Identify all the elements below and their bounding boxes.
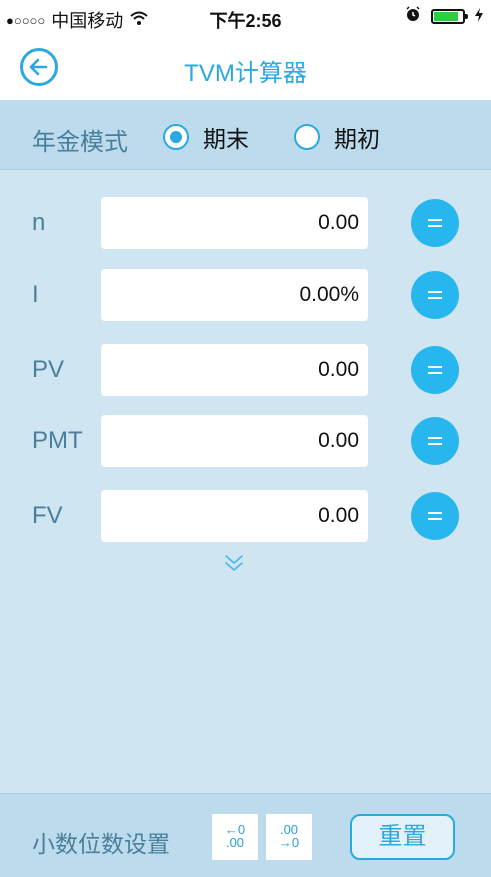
- status-bar-right: [405, 6, 483, 27]
- expand-button[interactable]: [222, 553, 246, 578]
- status-bar: ●○○○○ 中国移动 下午2:56: [0, 0, 491, 34]
- field-row-fv: FV 0.00: [0, 490, 491, 542]
- increase-decimals-bottom: →0: [278, 835, 300, 850]
- page-title: TVM计算器: [184, 60, 307, 87]
- i-input[interactable]: 0.00%: [101, 269, 368, 321]
- field-label: n: [32, 209, 46, 236]
- field-row-pv: PV 0.00: [0, 344, 491, 396]
- increase-decimals-button[interactable]: .00 →0: [266, 814, 312, 860]
- radio-end-label: 期末: [203, 126, 249, 152]
- field-label: FV: [32, 502, 63, 529]
- footer-bar: 小数位数设置 ←0 .00 .00 →0 重置: [0, 793, 491, 877]
- annuity-mode-label: 年金模式: [32, 129, 128, 156]
- field-row-n: n 0.00: [0, 197, 491, 249]
- pv-input[interactable]: 0.00: [101, 344, 368, 396]
- double-chevron-down-icon: [225, 555, 243, 571]
- reset-button[interactable]: 重置: [350, 814, 455, 860]
- radio-checked-icon: [163, 124, 189, 150]
- nav-bar: TVM计算器: [0, 34, 491, 100]
- annuity-mode-bar: 年金模式 期末 期初: [0, 100, 491, 170]
- alarm-icon: [405, 6, 421, 27]
- field-row-pmt: PMT 0.00: [0, 415, 491, 467]
- n-input[interactable]: 0.00: [101, 197, 368, 249]
- pmt-input[interactable]: 0.00: [101, 415, 368, 467]
- radio-beginning-of-period[interactable]: 期初: [294, 120, 380, 154]
- field-label: PMT: [32, 427, 83, 454]
- calc-fv-button[interactable]: [411, 492, 459, 540]
- field-label: I: [32, 281, 39, 308]
- calc-n-button[interactable]: [411, 199, 459, 247]
- radio-unchecked-icon: [294, 124, 320, 150]
- decimal-places-label: 小数位数设置: [32, 831, 170, 857]
- fv-input[interactable]: 0.00: [101, 490, 368, 542]
- battery-icon: [431, 9, 468, 24]
- field-label: PV: [32, 356, 65, 383]
- calc-pmt-button[interactable]: [411, 417, 459, 465]
- decrease-decimals-button[interactable]: ←0 .00: [212, 814, 258, 860]
- charging-icon: [475, 6, 483, 27]
- radio-beginning-label: 期初: [334, 126, 380, 152]
- calc-pv-button[interactable]: [411, 346, 459, 394]
- field-row-i: I 0.00%: [0, 269, 491, 321]
- calc-i-button[interactable]: [411, 271, 459, 319]
- radio-end-of-period[interactable]: 期末: [163, 120, 249, 154]
- decrease-decimals-bottom: .00: [225, 835, 245, 850]
